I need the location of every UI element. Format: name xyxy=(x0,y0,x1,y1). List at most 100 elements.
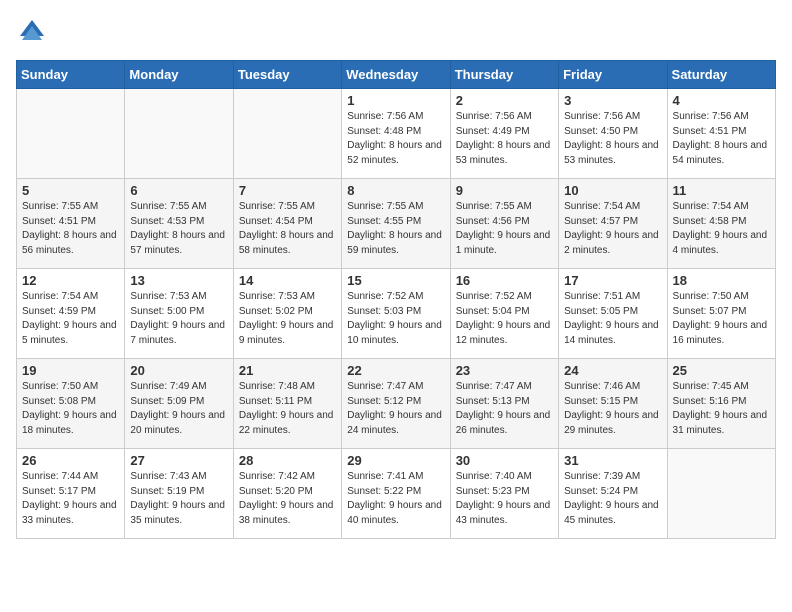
day-number: 24 xyxy=(564,363,661,378)
day-number: 9 xyxy=(456,183,553,198)
day-number: 17 xyxy=(564,273,661,288)
day-number: 5 xyxy=(22,183,119,198)
day-cell: 22 Sunrise: 7:47 AM Sunset: 5:12 PM Dayli… xyxy=(342,359,450,449)
day-cell: 6 Sunrise: 7:55 AM Sunset: 4:53 PM Daylig… xyxy=(125,179,233,269)
day-cell: 18 Sunrise: 7:50 AM Sunset: 5:07 PM Dayli… xyxy=(667,269,775,359)
day-cell: 9 Sunrise: 7:55 AM Sunset: 4:56 PM Daylig… xyxy=(450,179,558,269)
day-number: 23 xyxy=(456,363,553,378)
week-row-1: 1 Sunrise: 7:56 AM Sunset: 4:48 PM Daylig… xyxy=(17,89,776,179)
col-header-sunday: Sunday xyxy=(17,61,125,89)
day-cell: 2Sunrise: 7:56 AM Sunset: 4:49 PM Daylig… xyxy=(450,89,558,179)
day-info: Sunrise: 7:56 AM Sunset: 4:48 PM Dayligh… xyxy=(347,110,444,168)
day-cell: 28Sunrise: 7:42 AM Sunset: 5:20 PM Dayli… xyxy=(233,449,341,539)
day-cell: 24 Sunrise: 7:46 AM Sunset: 5:15 PM Dayli… xyxy=(559,359,667,449)
col-header-wednesday: Wednesday xyxy=(342,61,450,89)
day-cell: 11 Sunrise: 7:54 AM Sunset: 4:58 PM Dayli… xyxy=(667,179,775,269)
day-info: Sunrise: 7:56 AM Sunset: 4:50 PM Dayligh… xyxy=(564,110,661,168)
day-info: Sunrise: 7:47 AM Sunset: 5:13 PM Dayligh… xyxy=(456,380,553,438)
day-cell: 25 Sunrise: 7:45 AM Sunset: 5:16 PM Dayli… xyxy=(667,359,775,449)
day-number: 15 xyxy=(347,273,444,288)
day-cell: 20 Sunrise: 7:49 AM Sunset: 5:09 PM Dayli… xyxy=(125,359,233,449)
day-number: 10 xyxy=(564,183,661,198)
day-number: 21 xyxy=(239,363,336,378)
day-cell: 21Sunrise: 7:48 AM Sunset: 5:11 PM Dayli… xyxy=(233,359,341,449)
day-cell: 19 Sunrise: 7:50 AM Sunset: 5:08 PM Dayli… xyxy=(17,359,125,449)
day-info: Sunrise: 7:53 AM Sunset: 5:02 PM Dayligh… xyxy=(239,290,336,348)
day-info: Sunrise: 7:52 AM Sunset: 5:03 PM Dayligh… xyxy=(347,290,444,348)
day-number: 1 xyxy=(347,93,444,108)
header xyxy=(16,16,776,48)
day-info: Sunrise: 7:50 AM Sunset: 5:07 PM Dayligh… xyxy=(673,290,770,348)
day-cell: 23 Sunrise: 7:47 AM Sunset: 5:13 PM Dayli… xyxy=(450,359,558,449)
logo xyxy=(16,16,52,48)
calendar-header: SundayMondayTuesdayWednesdayThursdayFrid… xyxy=(17,61,776,89)
day-cell: 5 Sunrise: 7:55 AM Sunset: 4:51 PM Daylig… xyxy=(17,179,125,269)
day-info: Sunrise: 7:43 AM Sunset: 5:19 PM Dayligh… xyxy=(130,470,227,528)
day-cell: 3 Sunrise: 7:56 AM Sunset: 4:50 PM Daylig… xyxy=(559,89,667,179)
day-number: 25 xyxy=(673,363,770,378)
page: SundayMondayTuesdayWednesdayThursdayFrid… xyxy=(0,0,792,555)
day-info: Sunrise: 7:53 AM Sunset: 5:00 PM Dayligh… xyxy=(130,290,227,348)
col-header-saturday: Saturday xyxy=(667,61,775,89)
day-info: Sunrise: 7:44 AM Sunset: 5:17 PM Dayligh… xyxy=(22,470,119,528)
day-info: Sunrise: 7:55 AM Sunset: 4:54 PM Dayligh… xyxy=(239,200,336,258)
day-info: Sunrise: 7:49 AM Sunset: 5:09 PM Dayligh… xyxy=(130,380,227,438)
day-number: 16 xyxy=(456,273,553,288)
week-row-2: 5 Sunrise: 7:55 AM Sunset: 4:51 PM Daylig… xyxy=(17,179,776,269)
day-info: Sunrise: 7:47 AM Sunset: 5:12 PM Dayligh… xyxy=(347,380,444,438)
day-info: Sunrise: 7:40 AM Sunset: 5:23 PM Dayligh… xyxy=(456,470,553,528)
day-info: Sunrise: 7:55 AM Sunset: 4:51 PM Dayligh… xyxy=(22,200,119,258)
day-info: Sunrise: 7:51 AM Sunset: 5:05 PM Dayligh… xyxy=(564,290,661,348)
day-cell: 30Sunrise: 7:40 AM Sunset: 5:23 PM Dayli… xyxy=(450,449,558,539)
day-number: 3 xyxy=(564,93,661,108)
day-number: 27 xyxy=(130,453,227,468)
col-header-friday: Friday xyxy=(559,61,667,89)
day-number: 19 xyxy=(22,363,119,378)
day-number: 29 xyxy=(347,453,444,468)
day-cell xyxy=(125,89,233,179)
day-cell xyxy=(17,89,125,179)
col-header-tuesday: Tuesday xyxy=(233,61,341,89)
day-cell: 29 Sunrise: 7:41 AM Sunset: 5:22 PM Dayli… xyxy=(342,449,450,539)
calendar-body: 1 Sunrise: 7:56 AM Sunset: 4:48 PM Daylig… xyxy=(17,89,776,539)
day-cell xyxy=(233,89,341,179)
day-number: 18 xyxy=(673,273,770,288)
day-info: Sunrise: 7:55 AM Sunset: 4:53 PM Dayligh… xyxy=(130,200,227,258)
day-info: Sunrise: 7:54 AM Sunset: 4:57 PM Dayligh… xyxy=(564,200,661,258)
day-cell: 12 Sunrise: 7:54 AM Sunset: 4:59 PM Dayli… xyxy=(17,269,125,359)
day-cell: 31 Sunrise: 7:39 AM Sunset: 5:24 PM Dayli… xyxy=(559,449,667,539)
day-info: Sunrise: 7:55 AM Sunset: 4:55 PM Dayligh… xyxy=(347,200,444,258)
col-header-thursday: Thursday xyxy=(450,61,558,89)
week-row-4: 19 Sunrise: 7:50 AM Sunset: 5:08 PM Dayli… xyxy=(17,359,776,449)
day-number: 20 xyxy=(130,363,227,378)
day-cell: 15 Sunrise: 7:52 AM Sunset: 5:03 PM Dayli… xyxy=(342,269,450,359)
day-info: Sunrise: 7:46 AM Sunset: 5:15 PM Dayligh… xyxy=(564,380,661,438)
day-info: Sunrise: 7:50 AM Sunset: 5:08 PM Dayligh… xyxy=(22,380,119,438)
day-cell: 26 Sunrise: 7:44 AM Sunset: 5:17 PM Dayli… xyxy=(17,449,125,539)
logo-icon xyxy=(16,16,48,48)
day-number: 28 xyxy=(239,453,336,468)
day-number: 11 xyxy=(673,183,770,198)
day-info: Sunrise: 7:41 AM Sunset: 5:22 PM Dayligh… xyxy=(347,470,444,528)
day-number: 22 xyxy=(347,363,444,378)
day-info: Sunrise: 7:45 AM Sunset: 5:16 PM Dayligh… xyxy=(673,380,770,438)
day-info: Sunrise: 7:54 AM Sunset: 4:58 PM Dayligh… xyxy=(673,200,770,258)
day-number: 7 xyxy=(239,183,336,198)
day-info: Sunrise: 7:54 AM Sunset: 4:59 PM Dayligh… xyxy=(22,290,119,348)
week-row-5: 26 Sunrise: 7:44 AM Sunset: 5:17 PM Dayli… xyxy=(17,449,776,539)
day-cell: 8Sunrise: 7:55 AM Sunset: 4:55 PM Daylig… xyxy=(342,179,450,269)
day-cell: 13 Sunrise: 7:53 AM Sunset: 5:00 PM Dayli… xyxy=(125,269,233,359)
day-info: Sunrise: 7:55 AM Sunset: 4:56 PM Dayligh… xyxy=(456,200,553,258)
day-cell: 14Sunrise: 7:53 AM Sunset: 5:02 PM Dayli… xyxy=(233,269,341,359)
day-number: 12 xyxy=(22,273,119,288)
day-number: 6 xyxy=(130,183,227,198)
day-cell: 4Sunrise: 7:56 AM Sunset: 4:51 PM Daylig… xyxy=(667,89,775,179)
day-cell: 17 Sunrise: 7:51 AM Sunset: 5:05 PM Dayli… xyxy=(559,269,667,359)
day-info: Sunrise: 7:39 AM Sunset: 5:24 PM Dayligh… xyxy=(564,470,661,528)
day-cell xyxy=(667,449,775,539)
day-number: 26 xyxy=(22,453,119,468)
day-number: 13 xyxy=(130,273,227,288)
day-number: 31 xyxy=(564,453,661,468)
day-number: 2 xyxy=(456,93,553,108)
day-cell: 16Sunrise: 7:52 AM Sunset: 5:04 PM Dayli… xyxy=(450,269,558,359)
